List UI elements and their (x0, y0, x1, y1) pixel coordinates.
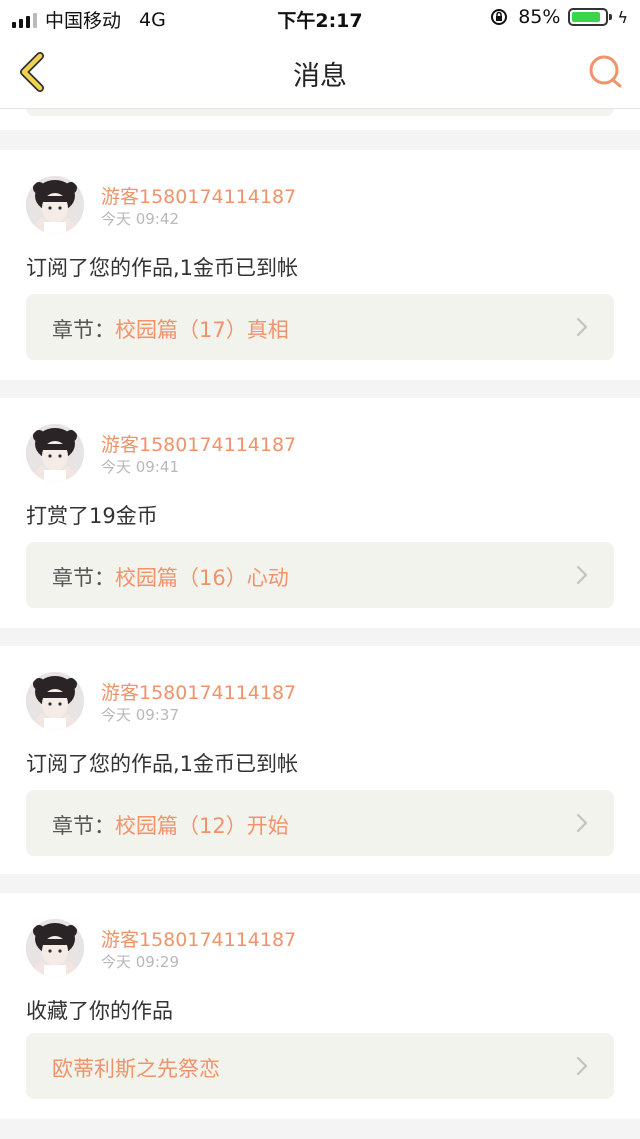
username[interactable]: 游客1580174114187 (101, 678, 296, 705)
chevron-right-icon (576, 813, 588, 833)
link-title: 校园篇（12）开始 (115, 814, 289, 838)
status-right: 85% ϟ (490, 6, 628, 28)
battery-fill (572, 12, 601, 22)
avatar[interactable] (26, 919, 84, 977)
work-link[interactable]: 章节：校园篇（17）真相 (26, 294, 614, 360)
battery-percent: 85% (518, 6, 561, 28)
work-link[interactable]: 欧蒂利斯之先祭恋 (26, 1033, 614, 1099)
previous-card-edge (0, 108, 640, 130)
avatar[interactable] (26, 424, 84, 482)
battery-icon (568, 8, 613, 26)
link-title: 校园篇（16）心动 (115, 566, 289, 590)
link-prefix: 章节： (52, 566, 115, 590)
message-text: 收藏了你的作品 (26, 999, 173, 1023)
avatar-image (26, 424, 84, 482)
page-title: 消息 (293, 61, 347, 92)
timestamp: 今天 09:37 (101, 706, 179, 724)
link-title: 欧蒂利斯之先祭恋 (52, 1057, 220, 1081)
charging-icon: ϟ (617, 7, 628, 27)
message-text: 订阅了您的作品,1金币已到帐 (26, 752, 299, 776)
avatar[interactable] (26, 672, 84, 730)
rotation-lock-icon (491, 9, 508, 25)
timestamp: 今天 09:29 (101, 953, 179, 971)
message-card: 游客1580174114187 今天 09:41 打赏了19金币 章节：校园篇（… (0, 398, 640, 628)
message-text: 订阅了您的作品,1金币已到帐 (26, 256, 299, 280)
message-card: 游客1580174114187 今天 09:29 收藏了你的作品 欧蒂利斯之先祭… (0, 893, 640, 1119)
link-text: 欧蒂利斯之先祭恋 (52, 1053, 220, 1083)
chevron-right-icon (576, 565, 588, 585)
avatar[interactable] (26, 176, 84, 234)
avatar-image (26, 672, 84, 730)
nav-bar: 消息 (0, 36, 640, 109)
chevron-right-icon (576, 1056, 588, 1076)
username[interactable]: 游客1580174114187 (101, 925, 296, 952)
avatar-image (26, 176, 84, 234)
message-text: 打赏了19金币 (26, 504, 158, 528)
username[interactable]: 游客1580174114187 (101, 182, 296, 209)
timestamp: 今天 09:42 (101, 210, 179, 228)
work-link[interactable]: 章节：校园篇（12）开始 (26, 790, 614, 856)
link-prefix: 章节： (52, 814, 115, 838)
avatar-image (26, 919, 84, 977)
username[interactable]: 游客1580174114187 (101, 430, 296, 457)
message-card: 游客1580174114187 今天 09:37 订阅了您的作品,1金币已到帐 … (0, 646, 640, 874)
search-icon[interactable] (586, 52, 626, 92)
message-card: 游客1580174114187 今天 09:42 订阅了您的作品,1金币已到帐 … (0, 150, 640, 380)
status-bar: 中国移动 4G 下午2:17 85% ϟ (0, 0, 640, 36)
timestamp: 今天 09:41 (101, 458, 179, 476)
link-text: 章节：校园篇（17）真相 (52, 314, 289, 344)
link-title: 校园篇（17）真相 (115, 318, 289, 342)
chevron-right-icon (576, 317, 588, 337)
link-prefix: 章节： (52, 318, 115, 342)
work-link[interactable]: 章节：校园篇（16）心动 (26, 542, 614, 608)
link-text: 章节：校园篇（16）心动 (52, 562, 289, 592)
link-text: 章节：校园篇（12）开始 (52, 810, 289, 840)
